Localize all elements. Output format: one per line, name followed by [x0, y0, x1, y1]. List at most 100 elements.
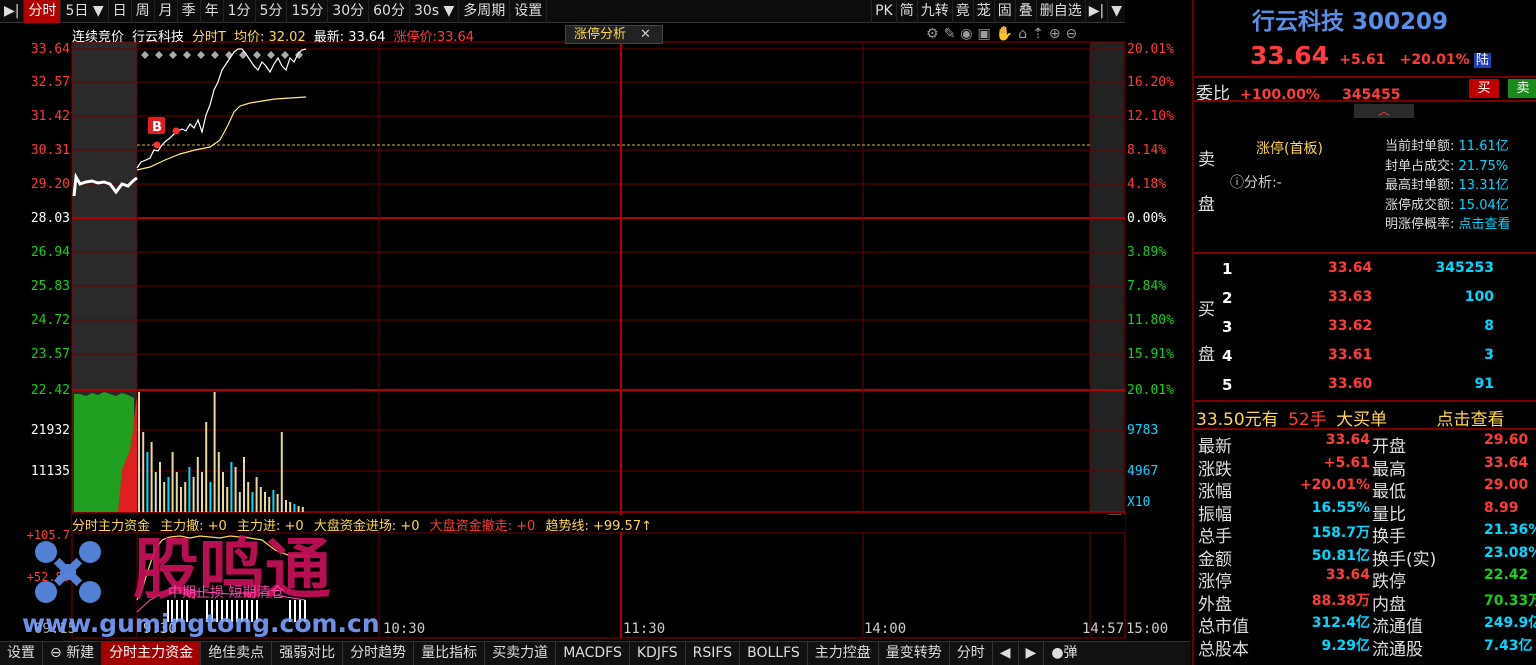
tab-volume-change[interactable]: 量变转势	[879, 642, 950, 665]
popup-toggle[interactable]: ●弹	[1044, 642, 1084, 665]
tab-day[interactable]: 日	[109, 0, 132, 23]
close-icon[interactable]: ✕	[640, 27, 651, 42]
tab-quarter[interactable]: 季	[178, 0, 201, 23]
tab-week[interactable]: 周	[132, 0, 155, 23]
quote-label: 量比	[1372, 504, 1406, 525]
toolbar-collapse-icon[interactable]: ▶|	[0, 0, 25, 23]
quote-row: 外盘 88.38万内盘 70.33万	[1194, 590, 1536, 615]
expand-icon[interactable]: ▶|	[1084, 0, 1107, 23]
quote-value: 29.60	[1484, 432, 1529, 448]
settings-icon[interactable]: ⚙	[926, 26, 944, 42]
long-button[interactable]: 茏	[972, 0, 994, 23]
tab-intraday[interactable]: 分时	[24, 0, 62, 23]
time-grid	[136, 42, 1091, 638]
sell-side-label: 卖	[1198, 150, 1215, 170]
collapse-up-icon[interactable]: ︿	[1354, 104, 1414, 118]
home-icon[interactable]: ⌂	[1018, 26, 1032, 42]
eye-icon[interactable]: ◉	[960, 26, 977, 42]
buy-button[interactable]: 买	[1469, 79, 1499, 98]
limit-stats: 当前封单额: 11.61亿 封单占成交: 21.75% 最高封单额: 13.31…	[1385, 139, 1511, 232]
buy-order-row[interactable]: 2 33.63 100	[1194, 289, 1536, 311]
tab-30s[interactable]: 30s ▼	[410, 0, 460, 23]
big-order-row[interactable]: 33.50元有 52手 大买单 点击查看	[1196, 405, 1505, 430]
tab-volume-ratio[interactable]: 量比指标	[414, 642, 486, 665]
tab-strength[interactable]: 强弱对比	[272, 642, 344, 665]
quote-row: 金额 50.81亿换手(实) 23.08%	[1194, 545, 1536, 570]
tab-rsifs[interactable]: RSIFS	[686, 642, 741, 665]
info-icon: ⓘ	[1230, 175, 1244, 191]
tab-multi-period[interactable]: 多周期	[459, 0, 511, 23]
tab-intraday-more[interactable]: 分时	[950, 642, 993, 665]
quote-label: 跌停	[1372, 572, 1406, 592]
scroll-right-icon[interactable]: ▶	[1019, 642, 1045, 665]
tab-main-fund[interactable]: 分时主力资金	[102, 642, 202, 665]
legend-title[interactable]: 分时主力资金	[72, 519, 150, 534]
tab-1min[interactable]: 1分	[224, 0, 256, 23]
pen-icon[interactable]: ✎	[944, 26, 961, 42]
level: 1	[1222, 260, 1233, 278]
quote-label: 涨停	[1198, 572, 1232, 592]
current-price: 33.64	[1250, 41, 1330, 70]
pct-tick: 3.89%	[1127, 245, 1167, 260]
tab-60min[interactable]: 60分	[369, 0, 410, 23]
tab-new[interactable]: ⊖ 新建	[43, 642, 103, 665]
indicator-name[interactable]: 分时T	[192, 26, 226, 45]
quote-label: 换手(实)	[1372, 549, 1437, 570]
tab-macdfs[interactable]: MACDFS	[556, 642, 630, 665]
sell-button[interactable]: 卖	[1508, 79, 1536, 98]
bag-icon[interactable]: ▣	[978, 26, 996, 42]
quote-label: 最高	[1372, 459, 1406, 480]
tab-kdjfs[interactable]: KDJFS	[630, 642, 686, 665]
buy-order-row[interactable]: 3 33.62 8	[1194, 318, 1536, 340]
tab-best-sell[interactable]: 绝佳卖点	[201, 642, 273, 665]
indicator-tick: +52.83	[26, 570, 70, 584]
up-icon[interactable]: ⇡	[1032, 26, 1049, 42]
limit-analysis-tag[interactable]: 涨停分析 ✕	[565, 25, 663, 44]
overlay-button[interactable]: 叠	[1014, 0, 1036, 23]
price-change: +5.61	[1339, 52, 1386, 68]
zoom-in-icon[interactable]: ⊕	[1049, 26, 1066, 42]
remove-watchlist-button[interactable]: 删自选	[1035, 0, 1085, 23]
pk-button[interactable]: PK	[871, 0, 896, 23]
quote-row: 涨停 33.64 跌停 22.42	[1194, 567, 1536, 592]
quote-label: 涨幅	[1198, 482, 1232, 502]
scroll-left-icon[interactable]: ◀	[993, 642, 1019, 665]
zoom-out-icon[interactable]: ⊖	[1066, 26, 1083, 42]
simple-button[interactable]: 简	[895, 0, 917, 23]
tab-bollfs[interactable]: BOLLFS	[740, 642, 808, 665]
legend-item: 大盘资金撤走: +0	[429, 519, 536, 534]
auction-diamonds	[141, 51, 303, 59]
probability-link[interactable]: 点击查看	[1459, 217, 1511, 232]
tab-5day[interactable]: 5日 ▼	[61, 0, 109, 23]
buy-order-row[interactable]: 1 33.64 345253	[1194, 260, 1536, 282]
indicator-bars	[167, 600, 306, 622]
tab-30min[interactable]: 30分	[328, 0, 370, 23]
quote-label: 外盘	[1198, 594, 1232, 615]
indicator-tick: +105.7	[26, 528, 70, 542]
tab-year[interactable]: 年	[201, 0, 224, 23]
quote-value: 29.00	[1484, 477, 1529, 493]
bid-button[interactable]: 竟	[951, 0, 973, 23]
tab-settings[interactable]: 设置	[510, 0, 548, 23]
jiuzhuan-button[interactable]: 九转	[916, 0, 952, 23]
tab-settings-bottom[interactable]: 设置	[0, 642, 43, 665]
tab-5min[interactable]: 5分	[256, 0, 288, 23]
quote-label: 最新	[1198, 437, 1232, 457]
chevron-down-icon[interactable]: ▼	[1107, 0, 1125, 23]
buy-order-row[interactable]: 4 33.61 3	[1194, 347, 1536, 369]
hand-icon[interactable]: ✋	[996, 26, 1018, 42]
toggle-icon: ●	[1051, 645, 1064, 661]
tab-buy-sell-force[interactable]: 买卖力道	[485, 642, 557, 665]
tab-control[interactable]: 主力控盘	[808, 642, 879, 665]
fix-button[interactable]: 固	[993, 0, 1015, 23]
tab-trend[interactable]: 分时趋势	[343, 642, 415, 665]
intraday-chart[interactable]: B	[0, 0, 1190, 640]
tab-15min[interactable]: 15分	[287, 0, 329, 23]
buy-order-row[interactable]: 5 33.60 91	[1194, 376, 1536, 398]
pct-tick: 8.14%	[1127, 143, 1167, 158]
legend-trend: 趋势线: +99.57↑	[545, 519, 652, 534]
tab-month[interactable]: 月	[155, 0, 178, 23]
quote-row: 涨跌 +5.61 最高 33.64	[1194, 455, 1536, 480]
view-link[interactable]: 点击查看	[1437, 410, 1505, 430]
time-tick: 14:00	[864, 621, 907, 637]
